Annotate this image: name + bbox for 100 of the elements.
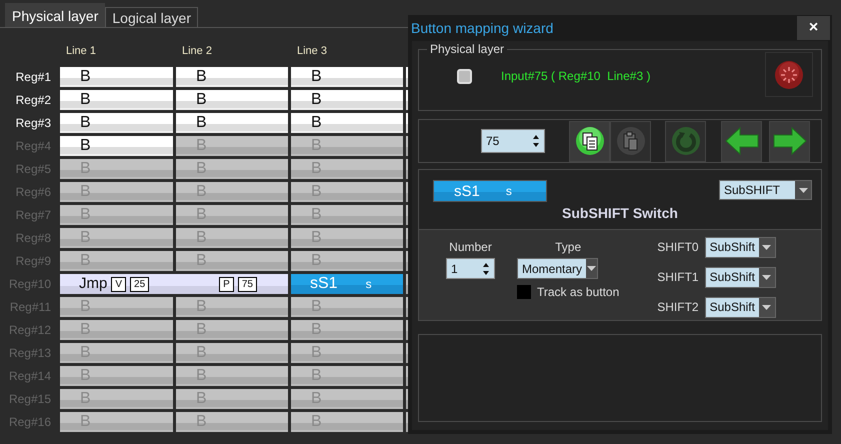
mapping-button[interactable]: B <box>60 297 173 317</box>
row-label: Reg#12 <box>8 322 52 339</box>
next-button[interactable] <box>769 120 810 162</box>
mapping-button[interactable]: B <box>60 159 173 179</box>
column-header: Line 1 <box>65 45 97 59</box>
mapping-button[interactable]: B <box>176 228 288 248</box>
mapping-button[interactable]: B <box>60 251 173 271</box>
reset-button[interactable] <box>765 52 813 97</box>
previous-button[interactable] <box>721 120 762 162</box>
copy-icon <box>574 126 604 156</box>
function-dropdown[interactable]: SubSHIFT <box>719 180 812 200</box>
mapping-button[interactable]: B <box>291 136 403 156</box>
mapping-button[interactable]: sS1 s <box>291 274 403 294</box>
value-badge: P <box>219 276 234 292</box>
field-label: Type <box>555 240 582 254</box>
right-arrow-icon <box>772 127 806 155</box>
mapping-button[interactable]: B <box>60 90 173 110</box>
mapping-button[interactable]: B <box>291 113 403 133</box>
mapping-button[interactable]: B <box>291 320 403 340</box>
tab[interactable]: Physical layer <box>5 3 106 27</box>
mapping-button[interactable]: B <box>60 136 173 156</box>
type-dropdown[interactable]: Momentary <box>517 258 598 279</box>
row-label: Reg#10 <box>8 276 52 293</box>
mapping-button[interactable]: B <box>176 67 288 87</box>
left-arrow-icon <box>724 127 758 155</box>
caret-icon <box>587 266 596 271</box>
mapping-button[interactable]: B <box>291 90 403 110</box>
mapping-button[interactable]: B <box>60 67 173 87</box>
shift-dropdown[interactable]: SubShift <box>704 236 776 258</box>
number-spinner[interactable]: 1 <box>446 258 495 279</box>
mapping-button[interactable]: B <box>291 389 403 409</box>
tab[interactable]: Logical layer <box>105 7 198 27</box>
mapping-button[interactable]: B <box>60 228 173 248</box>
preview-button[interactable]: sS1 s <box>433 180 547 202</box>
number-spinner[interactable]: 75 <box>481 129 545 153</box>
row-label: Reg#8 <box>14 230 52 247</box>
row-label: Reg#13 <box>8 345 52 362</box>
mapping-button[interactable]: B <box>291 343 403 363</box>
close-button[interactable]: × <box>797 16 830 40</box>
mode-label: s <box>506 184 512 198</box>
row-label: Reg#2 <box>14 92 52 109</box>
caret-icon <box>762 244 772 250</box>
mapping-button[interactable]: B <box>176 159 288 179</box>
mapping-button[interactable]: B <box>176 389 288 409</box>
mapping-button[interactable]: B <box>291 297 403 317</box>
row-label: Reg#15 <box>8 391 52 408</box>
mapping-button[interactable]: B <box>60 205 173 225</box>
copy-button[interactable] <box>569 120 610 162</box>
mapping-button[interactable]: B <box>176 251 288 271</box>
mapping-button[interactable]: B <box>291 67 403 87</box>
caret-icon <box>762 304 772 310</box>
shift-dropdown[interactable]: SubShift <box>704 296 776 318</box>
spin-arrows-icon <box>482 262 490 276</box>
mapping-button[interactable]: B <box>176 182 288 202</box>
mapping-button[interactable]: B <box>60 182 173 202</box>
mapping-button[interactable]: B <box>291 366 403 386</box>
caret-icon <box>762 274 772 280</box>
mapping-button[interactable]: B <box>176 343 288 363</box>
mapping-button[interactable]: B <box>60 343 173 363</box>
caret-icon <box>798 188 808 192</box>
row-label: Reg#11 <box>8 299 52 316</box>
mapping-button[interactable]: B <box>60 113 173 133</box>
mapping-button[interactable]: B <box>291 251 403 271</box>
mapping-button[interactable]: B <box>291 412 403 432</box>
mapping-button[interactable]: B <box>176 297 288 317</box>
mapping-button[interactable]: B <box>176 113 288 133</box>
mapping-button[interactable]: B <box>176 412 288 432</box>
spin-arrows-icon <box>532 134 540 148</box>
mapping-button[interactable]: B <box>291 182 403 202</box>
mapping-button[interactable]: Jmp V 25 P 75 <box>60 274 288 294</box>
mapping-button[interactable]: B <box>60 389 173 409</box>
column-header: Line 3 <box>296 45 328 59</box>
mapping-button[interactable]: B <box>291 205 403 225</box>
mapping-button[interactable]: B <box>291 159 403 179</box>
mapping-button[interactable]: B <box>176 90 288 110</box>
checkbox-label: Track as button <box>537 285 620 299</box>
mapping-button[interactable]: B <box>176 136 288 156</box>
mapping-button[interactable]: B <box>60 412 173 432</box>
shift-label: SHIFT0 <box>657 240 699 254</box>
row-label: Reg#7 <box>14 207 52 224</box>
shift-label: SHIFT2 <box>657 300 699 314</box>
mapping-button[interactable]: B <box>176 205 288 225</box>
value-badge: 75 <box>238 276 257 292</box>
shift-dropdown[interactable]: SubShift <box>704 266 776 288</box>
field-label: Number <box>449 240 492 254</box>
spinner-icon <box>774 60 804 90</box>
row-label: Reg#3 <box>14 115 52 132</box>
clipboard-icon <box>616 126 646 156</box>
mapping-button[interactable]: B <box>176 320 288 340</box>
mapping-button[interactable]: B <box>176 366 288 386</box>
row-label: Reg#16 <box>8 414 52 431</box>
value-badge: V <box>111 276 126 292</box>
row-label: Reg#5 <box>14 161 52 178</box>
checkbox[interactable] <box>517 285 531 299</box>
value-badge: 25 <box>130 276 150 292</box>
mapping-button[interactable]: B <box>60 366 173 386</box>
mapping-button[interactable]: B <box>60 320 173 340</box>
column-header: Line 2 <box>181 45 213 59</box>
row-label: Reg#1 <box>14 69 52 86</box>
mapping-button[interactable]: B <box>291 228 403 248</box>
